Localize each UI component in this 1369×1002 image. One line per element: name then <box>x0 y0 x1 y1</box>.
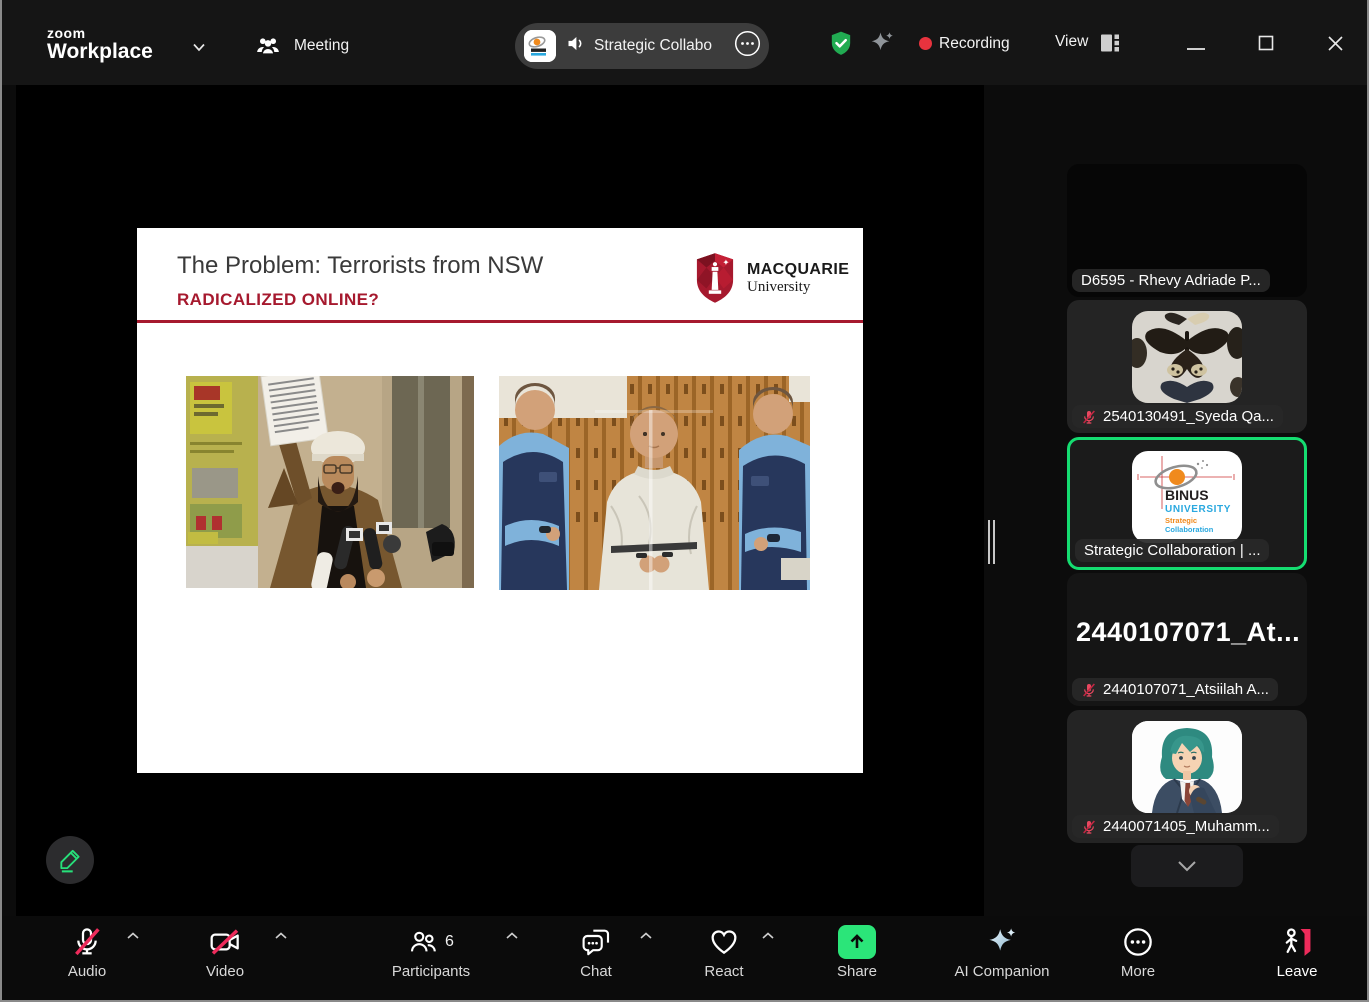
mic-muted-icon <box>1081 819 1097 835</box>
minimize-button[interactable] <box>1185 40 1207 58</box>
participants-count: 6 <box>445 933 454 951</box>
chevron-down-icon <box>1175 859 1199 873</box>
svg-text:Collaboration: Collaboration <box>1165 525 1214 534</box>
participant-name-badge: Strategic Collaboration | ... <box>1075 539 1269 562</box>
maximize-button[interactable] <box>1257 34 1275 57</box>
participant-tile-4[interactable]: 2440107071_At... 2440107071_Atsiilah A..… <box>1067 573 1307 706</box>
react-options-chevron[interactable] <box>761 928 775 946</box>
react-heart-icon <box>680 924 768 960</box>
logo-text-workplace: Workplace <box>47 40 153 64</box>
mic-muted-icon <box>1081 409 1097 425</box>
recording-dot-icon <box>919 37 932 50</box>
macquarie-name: MACQUARIE <box>747 261 849 279</box>
slide-subtitle: RADICALIZED ONLINE? <box>177 290 379 310</box>
audio-button[interactable]: Audio <box>42 924 132 980</box>
participants-options-chevron[interactable] <box>505 928 519 946</box>
more-icon <box>1098 924 1178 960</box>
share-icon <box>817 924 897 960</box>
participant-tile-2[interactable]: 2540130491_Syeda Qa... <box>1067 300 1307 433</box>
chat-icon <box>552 924 640 960</box>
svg-text:UNIVERSITY: UNIVERSITY <box>1165 504 1231 515</box>
close-button[interactable] <box>1326 34 1345 58</box>
shared-app-pill[interactable]: Strategic Collabo <box>515 23 769 69</box>
avatar <box>1132 311 1242 403</box>
participant-tile-1[interactable]: D6595 - Rhevy Adriade P... <box>1067 164 1307 297</box>
photo-courtroom <box>499 376 810 590</box>
participants-icon <box>408 927 438 957</box>
photo-press-conference <box>186 376 474 588</box>
more-button[interactable]: More <box>1098 924 1178 980</box>
camera-muted-icon <box>180 924 270 960</box>
avatar: BINUS UNIVERSITY Strategic Collaboration <box>1132 451 1242 543</box>
speaker-icon <box>565 33 586 59</box>
sparkle-icon[interactable] <box>868 29 896 62</box>
zoom-workplace-logo: zoom Workplace <box>47 26 153 64</box>
audio-options-chevron[interactable] <box>126 928 140 946</box>
view-layout-icon[interactable] <box>1099 32 1121 59</box>
macquarie-shield-icon <box>695 252 735 304</box>
annotate-button[interactable] <box>46 836 94 884</box>
chat-options-chevron[interactable] <box>639 928 653 946</box>
participant-name-badge: 2440071405_Muhamm... <box>1072 815 1279 838</box>
view-label[interactable]: View <box>1055 33 1088 51</box>
chat-button[interactable]: Chat <box>552 924 640 980</box>
shared-app-label: Strategic Collabo <box>594 37 712 55</box>
meeting-toolbar: Audio Video <box>2 916 1367 1000</box>
workspace-chevron-down-icon[interactable] <box>190 38 208 61</box>
mic-muted-icon <box>1081 682 1097 698</box>
ai-companion-button[interactable]: AI Companion <box>935 924 1069 980</box>
presentation-slide: The Problem: Terrorists from NSW RADICAL… <box>137 228 863 773</box>
top-bar: zoom Workplace Meeting <box>2 0 1367 85</box>
slide-title: The Problem: Terrorists from NSW <box>177 252 543 280</box>
participants-button[interactable]: 6 Participants <box>370 924 492 980</box>
participant-name-badge: D6595 - Rhevy Adriade P... <box>1072 269 1270 292</box>
participant-name-badge: 2440107071_Atsiilah A... <box>1072 678 1278 701</box>
share-button[interactable]: Share <box>817 924 897 980</box>
participant-tile-3-active-speaker[interactable]: BINUS UNIVERSITY Strategic Collaboration… <box>1067 437 1307 570</box>
panel-resize-handle[interactable] <box>988 520 995 564</box>
logo-text-zoom: zoom <box>47 26 153 40</box>
security-shield-icon[interactable] <box>828 30 854 62</box>
svg-text:BINUS: BINUS <box>1165 487 1209 503</box>
macquarie-logo: MACQUARIE University <box>695 252 849 304</box>
macquarie-word: University <box>747 279 849 296</box>
video-options-chevron[interactable] <box>274 928 288 946</box>
video-button[interactable]: Video <box>180 924 270 980</box>
leave-icon <box>1257 924 1337 960</box>
participant-name-badge: 2540130491_Syeda Qa... <box>1072 405 1283 428</box>
recording-label: Recording <box>939 35 1010 53</box>
react-button[interactable]: React <box>680 924 768 980</box>
svg-text:Strategic: Strategic <box>1165 516 1197 525</box>
ai-companion-icon <box>935 924 1069 960</box>
participant-display-name-large: 2440107071_At... <box>1076 617 1302 648</box>
meeting-people-icon <box>255 33 281 64</box>
annotate-pencil-icon <box>57 847 83 873</box>
shared-app-thumbnail <box>524 30 556 62</box>
avatar <box>1132 721 1242 813</box>
leave-button[interactable]: Leave <box>1257 924 1337 980</box>
tab-meeting[interactable]: Meeting <box>294 37 349 55</box>
participants-scroll-down-button[interactable] <box>1131 845 1243 887</box>
more-options-icon[interactable] <box>734 30 761 62</box>
participant-tile-5[interactable]: 2440071405_Muhamm... <box>1067 710 1307 843</box>
zoom-meeting-window: zoom Workplace Meeting <box>0 0 1369 1002</box>
mic-muted-icon <box>42 924 132 960</box>
slide-divider-line <box>137 320 863 323</box>
